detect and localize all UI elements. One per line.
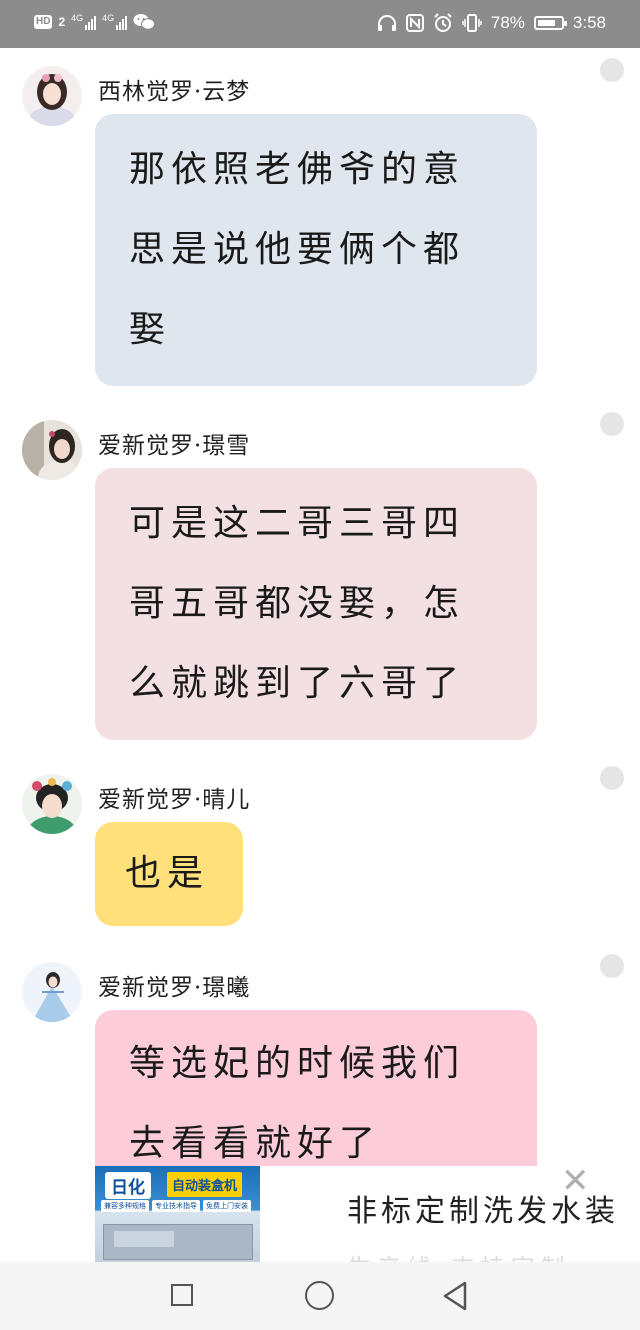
message-line: 可是这二哥三哥四	[129, 503, 466, 544]
vibrate-icon	[462, 14, 482, 32]
avatar[interactable]	[22, 962, 82, 1022]
avatar[interactable]	[22, 420, 82, 480]
recents-square-icon[interactable]	[171, 1284, 193, 1306]
battery-percent: 78%	[490, 13, 525, 32]
ad-feature: 专业技术指导	[152, 1200, 200, 1212]
headphones-icon	[377, 15, 396, 31]
message-bubble[interactable]: 那依照老佛爷的意 思是说他要俩个都娶	[95, 114, 537, 386]
message-line: 思是说他要俩个都	[129, 229, 466, 270]
status-bar: HD 2 4G 4G 78% 3:58	[0, 0, 640, 48]
nfc-icon	[405, 14, 424, 32]
message-line: 么就跳到了六哥了	[129, 663, 466, 704]
ad-banner[interactable]: 日化 自动装盒机 兼容多种规格 专业技术指导 免费上门安装 非标定制洗发水装 生…	[95, 1166, 640, 1264]
network-type-2: 4G	[102, 13, 115, 23]
message-line: 等选妃的时候我们	[129, 1043, 466, 1084]
select-dot[interactable]	[600, 412, 624, 436]
hd-badge: HD	[34, 15, 53, 29]
clock: 3:58	[572, 13, 606, 32]
sender-name: 爱新觉罗·璟雪	[98, 433, 251, 459]
battery-icon	[533, 16, 567, 30]
message-line: 也是	[125, 853, 210, 894]
ad-feature: 兼容多种规格	[101, 1200, 149, 1212]
message-line: 哥五哥都没娶，怎	[129, 583, 466, 624]
ad-image[interactable]: 日化 自动装盒机 兼容多种规格 专业技术指导 免费上门安装	[95, 1166, 260, 1264]
ad-tag: 自动装盒机	[167, 1172, 243, 1197]
signal-icon-2: 4G	[102, 13, 128, 30]
avatar[interactable]	[22, 774, 82, 834]
machine-image	[103, 1224, 253, 1260]
sender-name: 爱新觉罗·晴儿	[98, 787, 251, 813]
message-line: 那依照老佛爷的意	[129, 149, 466, 190]
signal-icon: 4G	[71, 13, 97, 30]
select-dot[interactable]	[600, 766, 624, 790]
avatar[interactable]	[22, 66, 82, 126]
select-dot[interactable]	[600, 58, 624, 82]
status-right: 78% 3:58	[377, 13, 606, 33]
close-icon[interactable]: ✕	[561, 1166, 590, 1198]
ad-brand: 日化	[105, 1172, 151, 1199]
message-bubble[interactable]: 也是	[95, 822, 243, 926]
wechat-icon	[133, 14, 156, 30]
sender-name: 西林觉罗·云梦	[98, 79, 251, 105]
message-bubble[interactable]: 可是这二哥三哥四 哥五哥都没娶，怎 么就跳到了六哥了	[95, 468, 537, 740]
sim-number: 2	[58, 15, 66, 29]
sender-name: 爱新觉罗·璟曦	[98, 975, 251, 1001]
alarm-icon	[434, 13, 452, 32]
select-dot[interactable]	[600, 954, 624, 978]
home-circle-icon[interactable]	[305, 1281, 334, 1310]
network-type: 4G	[71, 13, 84, 23]
navigation-bar	[0, 1262, 640, 1330]
ad-feature: 免费上门安装	[203, 1200, 251, 1212]
message-line: 娶	[129, 309, 172, 350]
status-left: HD 2 4G 4G	[34, 13, 156, 31]
ad-features: 兼容多种规格 专业技术指导 免费上门安装	[101, 1200, 251, 1212]
back-triangle-icon[interactable]	[441, 1280, 469, 1312]
